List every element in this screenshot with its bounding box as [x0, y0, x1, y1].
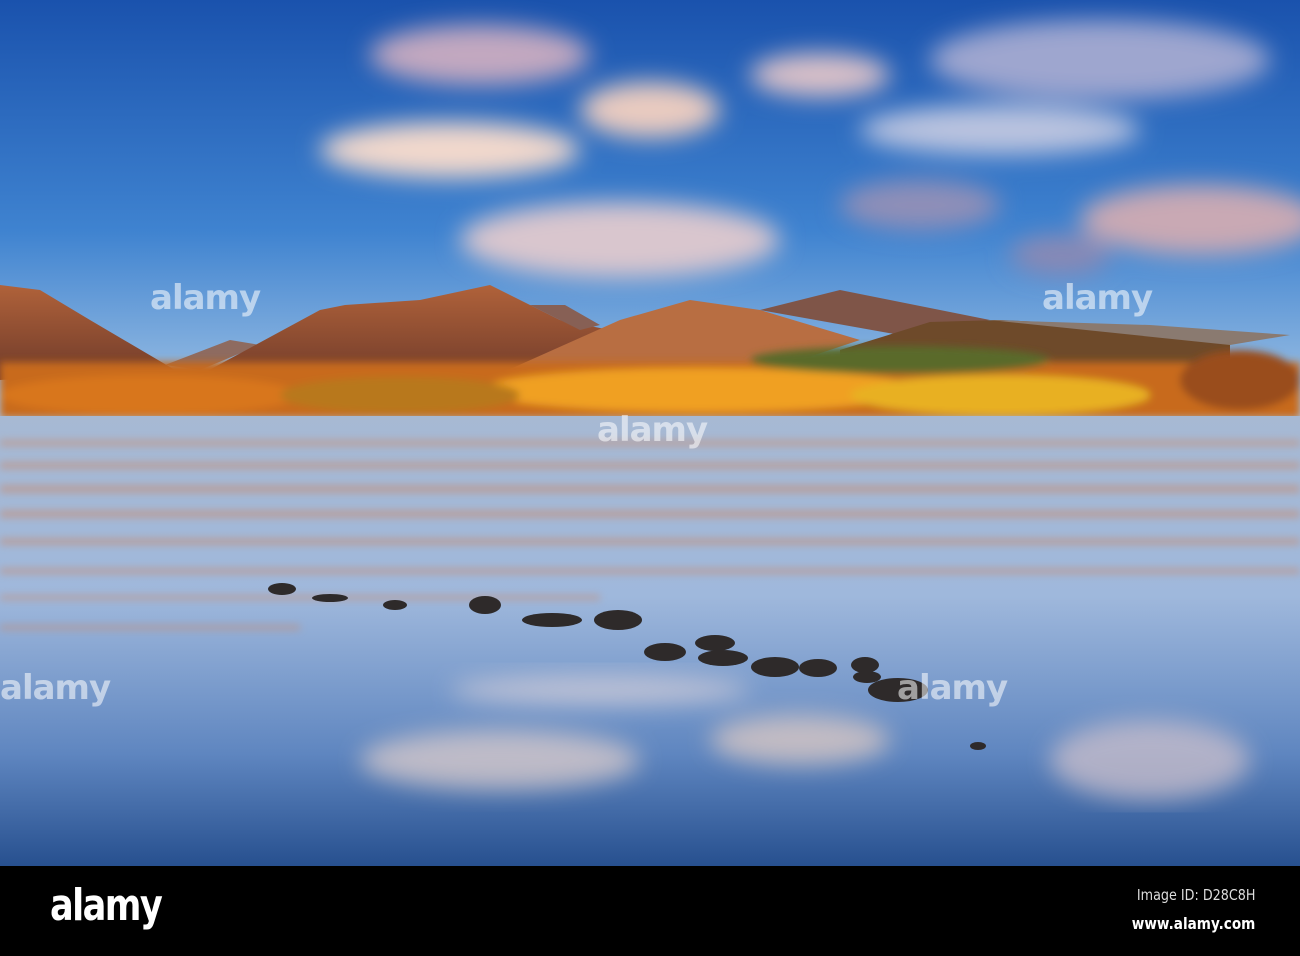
alamy-logo: alamy — [50, 880, 163, 931]
watermark: alamy — [597, 410, 708, 450]
image-id: Image ID: D28C8H — [1136, 886, 1255, 904]
watermark: alamy — [150, 278, 261, 318]
footer-bar: alamy Image ID: D28C8H www.alamy.com — [0, 866, 1300, 956]
lake — [0, 416, 1300, 866]
site-url: www.alamy.com — [1131, 914, 1255, 933]
watermark: alamy — [1042, 278, 1153, 318]
watermark: alamy — [0, 668, 111, 708]
watermark: alamy — [897, 668, 1008, 708]
stock-photo: alamy alamy alamy alamy alamy alamy Imag… — [0, 0, 1300, 956]
